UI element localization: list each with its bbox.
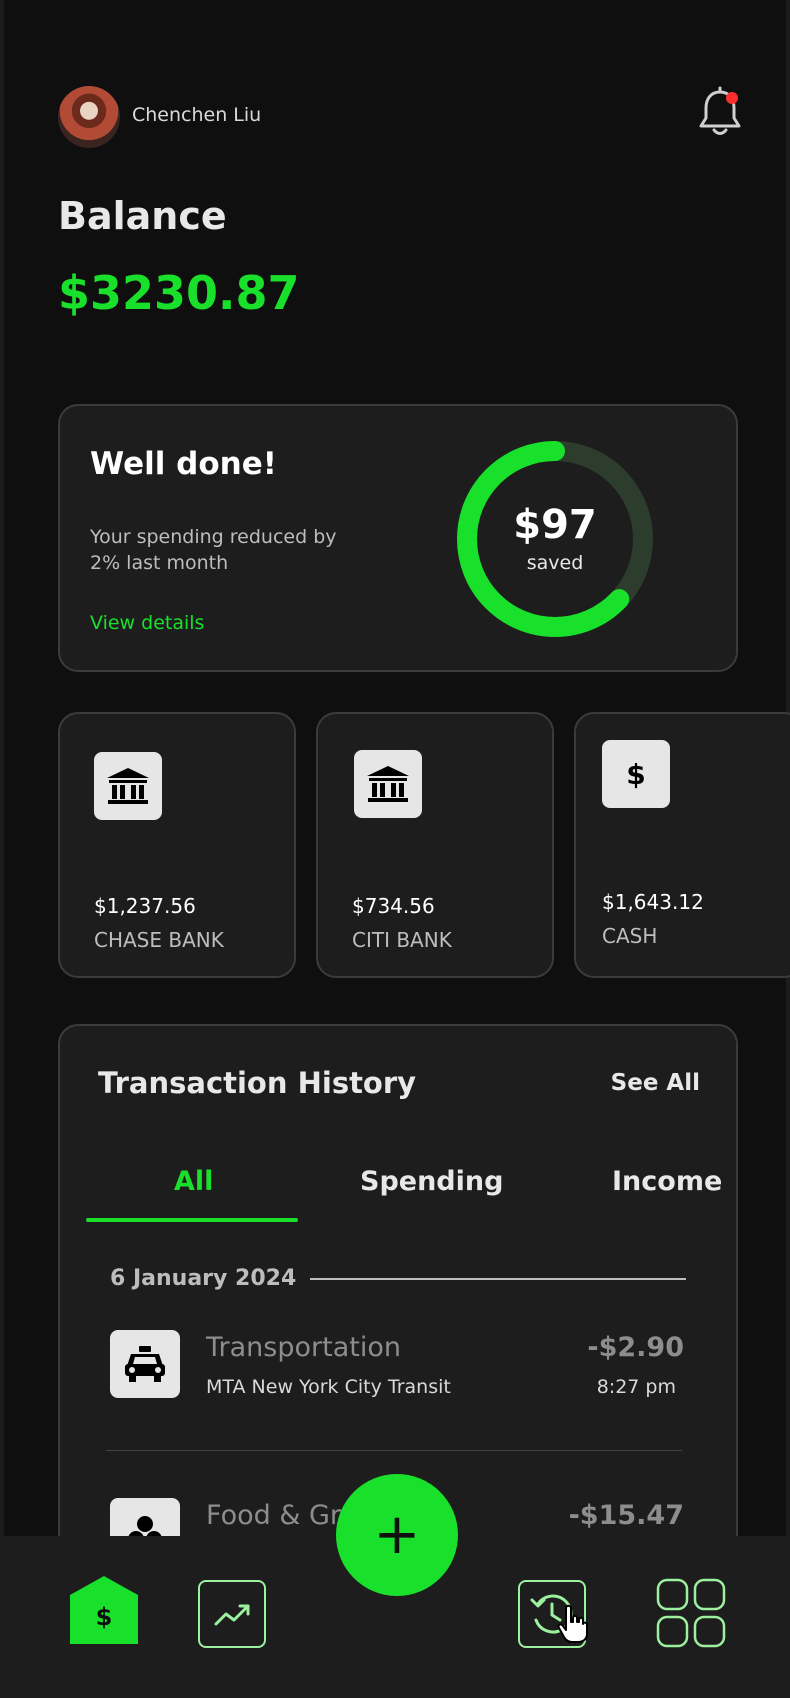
username: Chenchen Liu [132,104,262,126]
add-transaction-button[interactable]: + [336,1474,458,1596]
dollar-icon: $ [602,740,670,808]
savings-title: Well done! [90,446,277,482]
account-name: CHASE BANK [94,928,224,952]
transaction-history-title: Transaction History [98,1066,417,1100]
date-divider [310,1278,686,1280]
account-amount: $1,643.12 [602,890,704,914]
view-details-link[interactable]: View details [90,612,204,634]
transaction-amount: -$2.90 [587,1332,684,1363]
bank-icon [94,752,162,820]
active-tab-indicator [86,1218,298,1222]
transaction-category: Transportation [206,1332,401,1363]
avatar[interactable] [58,86,120,148]
account-name: CITI BANK [352,928,452,952]
transaction-time: 8:27 pm [596,1376,676,1398]
frame-edge-left [0,0,4,1698]
balance-label: Balance [58,194,227,238]
notification-dot [726,92,738,104]
balance-value: $3230.87 [58,266,300,320]
account-amount: $1,237.56 [94,894,196,918]
transaction-merchant: MTA New York City Transit [206,1376,451,1398]
account-amount: $734.56 [352,894,435,918]
account-card-chase[interactable]: $1,237.56 CHASE BANK [58,712,296,978]
nav-apps-button[interactable] [656,1578,726,1648]
see-all-link[interactable]: See All [611,1070,700,1096]
tab-income[interactable]: Income [612,1166,722,1197]
account-name: CASH [602,924,658,948]
transaction-amount: -$15.47 [568,1500,684,1531]
account-card-cash[interactable]: $ $1,643.12 CASH [574,712,790,978]
savings-amount: $97 [513,502,597,548]
account-card-citi[interactable]: $734.56 CITI BANK [316,712,554,978]
nav-trend-button[interactable] [198,1580,266,1648]
transaction-divider [106,1450,682,1451]
tab-all[interactable]: All [174,1166,213,1197]
bank-icon [354,750,422,818]
savings-amount-label: saved [526,552,584,574]
tab-spending[interactable]: Spending [360,1166,503,1197]
savings-message: Your spending reduced by 2% last month [90,526,337,574]
taxi-icon [110,1330,180,1398]
trend-icon [214,1604,250,1626]
notification-bell-icon[interactable] [696,86,744,138]
date-label: 6 January 2024 [110,1266,297,1291]
hand-cursor-icon [557,1604,588,1643]
savings-card: Well done! Your spending reduced by 2% l… [58,404,738,672]
grid-icon [656,1578,726,1648]
